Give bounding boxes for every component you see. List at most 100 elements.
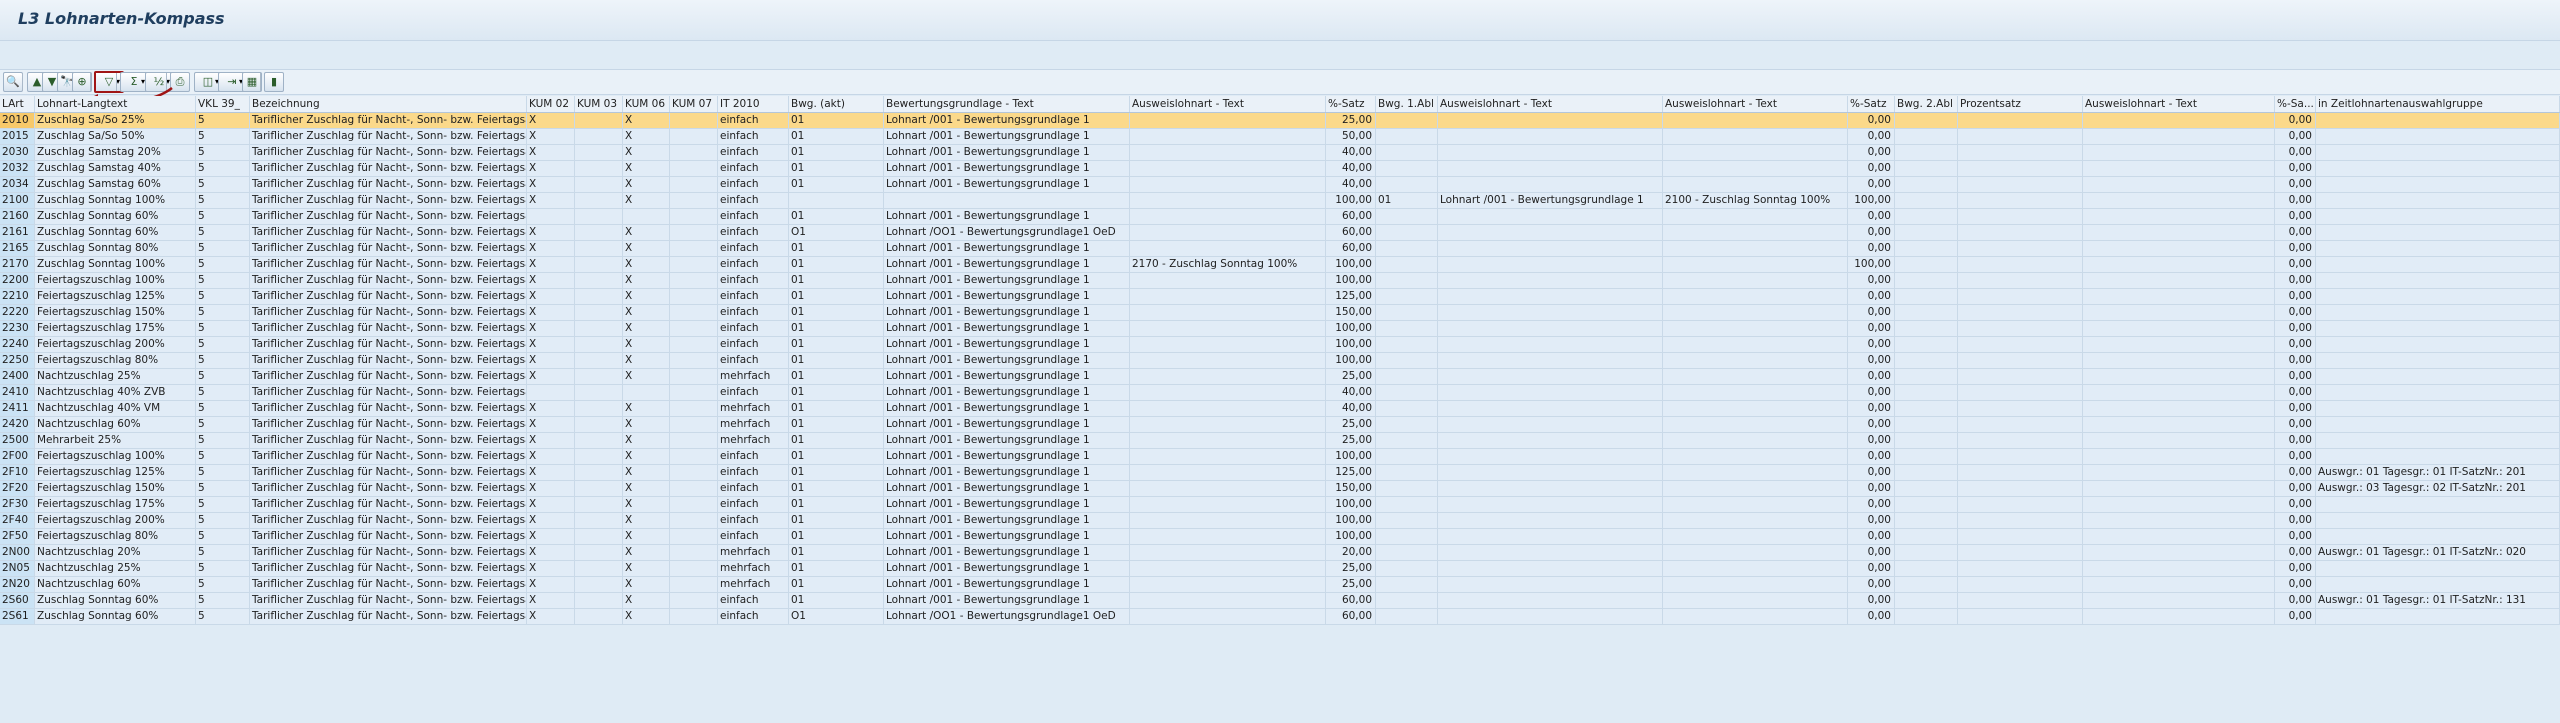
cell-bewertungsgrundlage-text[interactable]: Lohnart /001 - Bewertungsgrundlage 1 [884, 577, 1130, 592]
cell-lohnart-langtext[interactable]: Zuschlag Sa/So 25% [35, 113, 196, 128]
cell-bwg-1-abl[interactable] [1376, 513, 1438, 528]
cell-lart[interactable]: 2010 [0, 113, 35, 128]
cell-bwg-akt[interactable]: 01 [789, 161, 884, 176]
cell-kum02[interactable]: X [527, 529, 575, 544]
column-header-kum06[interactable]: KUM 06 [623, 96, 670, 112]
cell-prozentsatz-1[interactable]: 125,00 [1326, 289, 1376, 304]
cell-prozentsatz-2[interactable]: 0,00 [1848, 369, 1895, 384]
cell-bwg-2-abl[interactable] [1895, 513, 1958, 528]
cell-bwg-1-abl[interactable] [1376, 225, 1438, 240]
cell-bwg-2-abl[interactable] [1895, 545, 1958, 560]
table-row[interactable]: 2500 Mehrarbeit 25% 5 Tariflicher Zuschlag … [0, 433, 2560, 449]
cell-it2010[interactable]: einfach [718, 241, 789, 256]
cell-zeitlohnartenauswahlgruppe[interactable] [2316, 177, 2560, 192]
cell-ausweislohnart-text-1[interactable] [1130, 561, 1326, 576]
cell-prozentsatz-2[interactable]: 0,00 [1848, 113, 1895, 128]
cell-vkl39[interactable]: 5 [196, 257, 250, 272]
cell-bwg-2-abl[interactable] [1895, 177, 1958, 192]
cell-prozentsatz[interactable] [1958, 129, 2083, 144]
cell-lohnart-langtext[interactable]: Feiertagszuschlag 100% [35, 449, 196, 464]
cell-prozentsatz-1[interactable]: 100,00 [1326, 513, 1376, 528]
column-header-ausweislohnart-text-1[interactable]: Ausweislohnart - Text [1130, 96, 1326, 112]
cell-bwg-1-abl[interactable] [1376, 433, 1438, 448]
cell-prozentsatz[interactable] [1958, 193, 2083, 208]
cell-bewertungsgrundlage-text[interactable]: Lohnart /001 - Bewertungsgrundlage 1 [884, 321, 1130, 336]
cell-kum02[interactable]: X [527, 561, 575, 576]
cell-bezeichnung[interactable]: Tariflicher Zuschlag für Nacht-, Sonn- b… [250, 609, 527, 624]
cell-kum02[interactable]: X [527, 417, 575, 432]
cell-bewertungsgrundlage-text[interactable]: Lohnart /001 - Bewertungsgrundlage 1 [884, 545, 1130, 560]
cell-kum07[interactable] [670, 401, 718, 416]
cell-prozentsatz-3[interactable]: 0,00 [2275, 497, 2316, 512]
cell-prozentsatz-1[interactable]: 60,00 [1326, 593, 1376, 608]
cell-vkl39[interactable]: 5 [196, 449, 250, 464]
cell-bezeichnung[interactable]: Tariflicher Zuschlag für Nacht-, Sonn- b… [250, 545, 527, 560]
cell-it2010[interactable]: einfach [718, 609, 789, 624]
cell-bezeichnung[interactable]: Tariflicher Zuschlag für Nacht-, Sonn- b… [250, 433, 527, 448]
cell-ausweislohnart-text-2[interactable] [1438, 337, 1663, 352]
column-header-bwg-akt[interactable]: Bwg. (akt) [789, 96, 884, 112]
cell-kum03[interactable] [575, 577, 623, 592]
cell-ausweislohnart-text-1[interactable] [1130, 449, 1326, 464]
cell-bwg-2-abl[interactable] [1895, 273, 1958, 288]
cell-kum07[interactable] [670, 241, 718, 256]
cell-prozentsatz-3[interactable]: 0,00 [2275, 113, 2316, 128]
cell-kum02[interactable]: X [527, 145, 575, 160]
cell-kum03[interactable] [575, 241, 623, 256]
cell-bewertungsgrundlage-text[interactable]: Lohnart /001 - Bewertungsgrundlage 1 [884, 145, 1130, 160]
cell-prozentsatz[interactable] [1958, 497, 2083, 512]
cell-ausweislohnart-text-1[interactable] [1130, 241, 1326, 256]
table-row[interactable]: 2240 Feiertagszuschlag 200% 5 Tariflicher Z… [0, 337, 2560, 353]
cell-prozentsatz-2[interactable]: 0,00 [1848, 433, 1895, 448]
cell-lohnart-langtext[interactable]: Feiertagszuschlag 175% [35, 497, 196, 512]
cell-zeitlohnartenauswahlgruppe[interactable] [2316, 257, 2560, 272]
cell-it2010[interactable]: einfach [718, 465, 789, 480]
cell-lart[interactable]: 2250 [0, 353, 35, 368]
cell-kum03[interactable] [575, 321, 623, 336]
cell-bezeichnung[interactable]: Tariflicher Zuschlag für Nacht-, Sonn- b… [250, 193, 527, 208]
cell-bwg-akt[interactable]: 01 [789, 353, 884, 368]
cell-bwg-2-abl[interactable] [1895, 529, 1958, 544]
cell-lart[interactable]: 2170 [0, 257, 35, 272]
cell-prozentsatz-1[interactable]: 25,00 [1326, 369, 1376, 384]
cell-prozentsatz-1[interactable]: 100,00 [1326, 257, 1376, 272]
cell-kum02[interactable]: X [527, 225, 575, 240]
cell-kum07[interactable] [670, 545, 718, 560]
cell-ausweislohnart-text-4[interactable] [2083, 209, 2275, 224]
cell-prozentsatz-1[interactable]: 100,00 [1326, 449, 1376, 464]
cell-prozentsatz-3[interactable]: 0,00 [2275, 545, 2316, 560]
cell-ausweislohnart-text-3[interactable] [1663, 593, 1848, 608]
cell-prozentsatz-1[interactable]: 100,00 [1326, 321, 1376, 336]
table-row[interactable]: 2F00 Feiertagszuschlag 100% 5 Tariflicher Z… [0, 449, 2560, 465]
cell-prozentsatz[interactable] [1958, 529, 2083, 544]
cell-kum02[interactable]: X [527, 609, 575, 624]
cell-bwg-1-abl[interactable] [1376, 337, 1438, 352]
cell-prozentsatz[interactable] [1958, 577, 2083, 592]
cell-zeitlohnartenauswahlgruppe[interactable] [2316, 401, 2560, 416]
cell-lohnart-langtext[interactable]: Zuschlag Samstag 20% [35, 145, 196, 160]
table-row[interactable]: 2161 Zuschlag Sonntag 60% 5 Tariflicher Zus… [0, 225, 2560, 241]
cell-prozentsatz[interactable] [1958, 321, 2083, 336]
cell-bwg-1-abl[interactable] [1376, 465, 1438, 480]
cell-ausweislohnart-text-4[interactable] [2083, 561, 2275, 576]
cell-ausweislohnart-text-2[interactable] [1438, 305, 1663, 320]
cell-prozentsatz-2[interactable]: 0,00 [1848, 561, 1895, 576]
cell-ausweislohnart-text-4[interactable] [2083, 193, 2275, 208]
cell-kum06[interactable]: X [623, 561, 670, 576]
cell-kum03[interactable] [575, 513, 623, 528]
cell-bewertungsgrundlage-text[interactable]: Lohnart /001 - Bewertungsgrundlage 1 [884, 161, 1130, 176]
table-row[interactable]: 2034 Zuschlag Samstag 60% 5 Tariflicher Zus… [0, 177, 2560, 193]
column-header-ausweislohnart-text-2[interactable]: Ausweislohnart - Text [1438, 96, 1663, 112]
cell-bewertungsgrundlage-text[interactable]: Lohnart /001 - Bewertungsgrundlage 1 [884, 273, 1130, 288]
cell-kum06[interactable]: X [623, 465, 670, 480]
cell-kum02[interactable]: X [527, 241, 575, 256]
cell-vkl39[interactable]: 5 [196, 145, 250, 160]
cell-ausweislohnart-text-2[interactable] [1438, 385, 1663, 400]
cell-ausweislohnart-text-2[interactable] [1438, 209, 1663, 224]
cell-lohnart-langtext[interactable]: Feiertagszuschlag 125% [35, 465, 196, 480]
cell-lart[interactable]: 2N20 [0, 577, 35, 592]
cell-ausweislohnart-text-4[interactable] [2083, 321, 2275, 336]
table-row[interactable]: 2F10 Feiertagszuschlag 125% 5 Tariflicher Z… [0, 465, 2560, 481]
cell-bwg-akt[interactable]: 01 [789, 241, 884, 256]
cell-prozentsatz-1[interactable]: 60,00 [1326, 209, 1376, 224]
